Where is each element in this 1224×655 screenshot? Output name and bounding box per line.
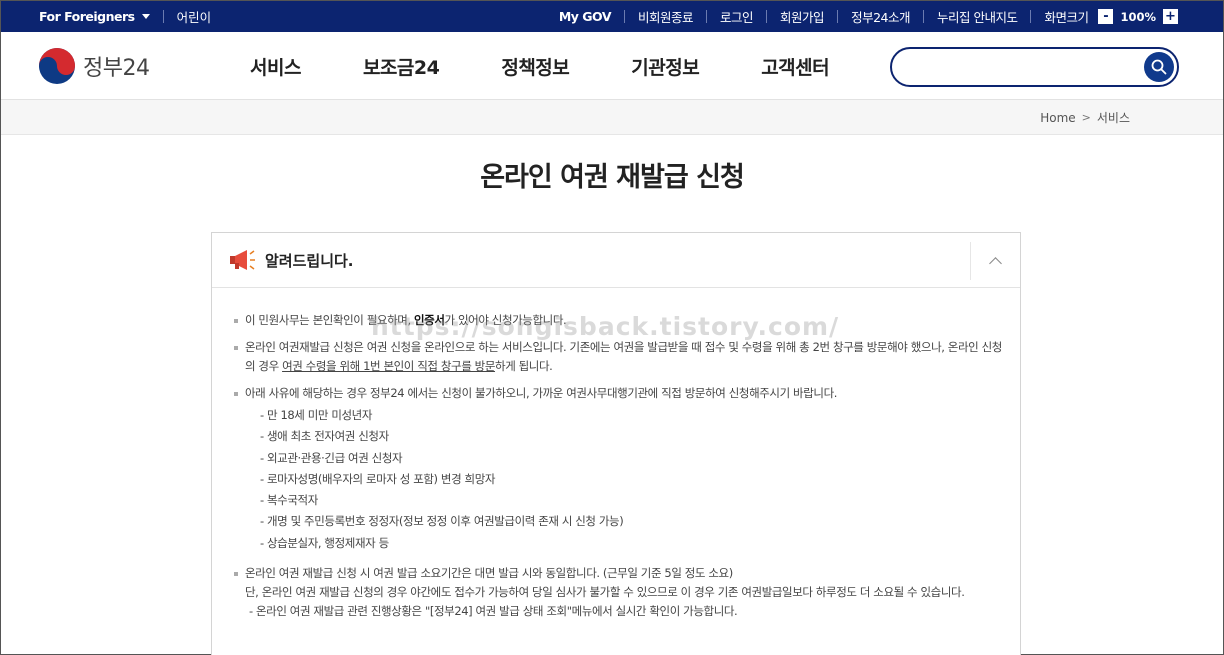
notice-text: 온라인 여권 재발급 신청 시 여권 발급 소요기간은 대면 발급 시와 동일합… <box>245 566 733 581</box>
zoom-in-button[interactable]: + <box>1163 9 1178 24</box>
megaphone-icon <box>230 250 255 270</box>
search-icon <box>1151 59 1167 75</box>
zoom-control: - 100% + <box>1098 9 1178 24</box>
breadcrumb: Home > 서비스 <box>1040 100 1130 135</box>
main-nav: 서비스 보조금24 정책정보 기관정보 고객센터 <box>250 32 891 100</box>
notice-header: 알려드립니다. <box>212 233 1020 288</box>
utility-bar: For Foreigners 어린이 My GOV 비회원종료 로그인 회원가입… <box>1 1 1223 32</box>
search-box <box>890 47 1179 87</box>
sitemap-link[interactable]: 누리집 안내지도 <box>937 7 1018 26</box>
breadcrumb-bar: Home > 서비스 <box>1 100 1223 135</box>
notice-underline: 여권 수령을 위해 1번 본인이 직접 창구를 방문 <box>282 359 496 373</box>
list-item: - 복수국적자 <box>260 493 318 508</box>
zoom-value: 100% <box>1120 9 1156 24</box>
notice-title-wrap: 알려드립니다. <box>229 249 354 271</box>
logo-text: 정부24 <box>83 56 150 81</box>
nav-services[interactable]: 서비스 <box>250 53 301 80</box>
nav-agency-info[interactable]: 기관정보 <box>631 53 699 80</box>
notice-text: 아래 사유에 해당하는 경우 정부24 에서는 신청이 불가하오니, 가까운 여… <box>245 386 838 400</box>
caret-down-icon <box>141 14 150 19</box>
utility-left: For Foreigners 어린이 <box>39 1 211 32</box>
zoom-out-button[interactable]: - <box>1098 9 1114 24</box>
search-button[interactable] <box>1144 52 1174 82</box>
chevron-right-icon: > <box>1081 111 1091 124</box>
list-item: - 외교관·관용·긴급 여권 신청자 <box>260 450 403 465</box>
list-item: - 개명 및 주민등록번호 정정자(정보 정정 이후 여권발급이력 존재 시 신… <box>260 514 624 529</box>
login-link[interactable]: 로그인 <box>720 7 754 26</box>
chevron-up-icon <box>989 257 1002 270</box>
list-item: - 상습분실자, 행정제재자 등 <box>260 535 389 550</box>
notice-collapse-button[interactable] <box>970 242 1020 280</box>
list-item: - 생애 최초 전자여권 신청자 <box>260 429 389 444</box>
kids-link[interactable]: 어린이 <box>177 7 212 26</box>
notice-panel: 알려드립니다. 이 민원사무는 본인확인이 필요하며, 인증서가 있어야 신청가… <box>211 232 1021 655</box>
divider <box>624 10 626 23</box>
watermark-text: https://songisback.tistory.com/ <box>371 312 840 341</box>
nav-policy-info[interactable]: 정책정보 <box>501 53 569 80</box>
divider <box>922 10 924 23</box>
page-title: 온라인 여권 재발급 신청 <box>480 162 745 193</box>
notice-paragraph: 온라인 여권재발급 신청은 여권 신청을 온라인으로 하는 서비스입니다. 기존… <box>234 338 1004 376</box>
list-item: - 로마자성명(배우자의 로마자 성 포함) 변경 희망자 <box>260 471 496 486</box>
nav-subsidy24[interactable]: 보조금24 <box>363 53 440 80</box>
divider <box>1030 10 1032 23</box>
taegeuk-logo-icon <box>39 48 75 84</box>
divider <box>162 10 164 23</box>
breadcrumb-home[interactable]: Home <box>1040 111 1075 125</box>
notice-paragraph: 아래 사유에 해당하는 경우 정부24 에서는 신청이 불가하오니, 가까운 여… <box>234 384 1004 554</box>
for-foreigners-label: For Foreigners <box>39 9 135 24</box>
site-header: 정부24 서비스 보조금24 정책정보 기관정보 고객센터 <box>1 32 1223 100</box>
divider <box>766 10 768 23</box>
notice-text: 하게 됩니다. <box>495 359 553 373</box>
notice-paragraph: 온라인 여권 재발급 신청 시 여권 발급 소요기간은 대면 발급 시와 동일합… <box>234 564 1004 621</box>
signup-link[interactable]: 회원가입 <box>780 7 825 26</box>
list-item: - 만 18세 미만 미성년자 <box>260 408 373 422</box>
breadcrumb-current[interactable]: 서비스 <box>1097 109 1130 126</box>
notice-body: 이 민원사무는 본인확인이 필요하며, 인증서가 있어야 신청가능합니다. 온라… <box>234 311 1004 629</box>
site-logo[interactable]: 정부24 <box>39 48 150 84</box>
nav-customer-center[interactable]: 고객센터 <box>761 53 829 80</box>
mygov-link[interactable]: My GOV <box>559 9 612 24</box>
notice-text: 단, 온라인 여권 재발급 신청의 경우 야간에도 접수가 가능하여 당일 심사… <box>245 585 965 600</box>
nonmember-exit-link[interactable]: 비회원종료 <box>638 7 694 26</box>
for-foreigners-link[interactable]: For Foreigners <box>39 9 150 24</box>
list-item: - 온라인 여권 재발급 관련 진행상황은 "[정부24] 여권 발급 상태 조… <box>249 604 738 619</box>
divider <box>706 10 708 23</box>
utility-right: My GOV 비회원종료 로그인 회원가입 정부24소개 누리집 안내지도 화면… <box>559 1 1178 32</box>
about-link[interactable]: 정부24소개 <box>851 7 910 26</box>
zoom-label: 화면크기 <box>1044 10 1089 25</box>
notice-title: 알려드립니다. <box>265 251 354 270</box>
divider <box>837 10 839 23</box>
search-input[interactable] <box>906 56 1136 78</box>
